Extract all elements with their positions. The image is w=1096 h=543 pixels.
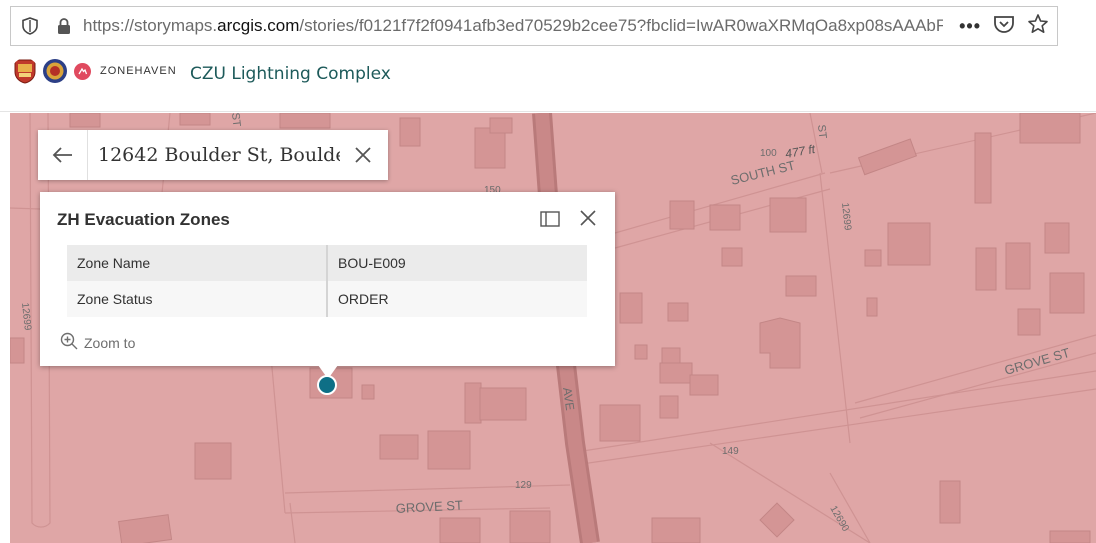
brand-name: ZONEHAVEN <box>100 65 177 77</box>
map-label-number-100: 100 <box>760 148 777 159</box>
calfire-logo-icon <box>14 59 36 84</box>
url-prefix: https://storymaps. <box>83 16 218 35</box>
close-popup-icon[interactable] <box>576 206 600 230</box>
table-row: Zone Status ORDER <box>67 281 587 317</box>
pocket-icon[interactable] <box>993 14 1015 39</box>
search-widget <box>38 130 388 180</box>
zonehaven-logo-icon <box>74 62 91 80</box>
attribute-table: Zone Name BOU-E009 Zone Status ORDER <box>67 245 587 317</box>
attribute-key: Zone Status <box>67 281 328 317</box>
map-label-st-top-right: ST <box>815 124 828 140</box>
story-title: CZU Lightning Complex <box>190 64 391 84</box>
browser-window: https://storymaps.arcgis.com/stories/f01… <box>0 0 1096 543</box>
location-marker[interactable] <box>317 375 337 395</box>
url-host: arcgis.com <box>217 16 300 35</box>
attribute-value: ORDER <box>327 281 587 317</box>
shield-icon[interactable] <box>19 15 41 37</box>
zoom-to-button[interactable]: Zoom to <box>60 332 135 353</box>
zoom-to-label: Zoom to <box>84 334 136 351</box>
map-label-number-149: 149 <box>722 446 739 457</box>
map-label-st-top-left: ST <box>229 113 242 128</box>
url-path: /stories/f0121f7f2f0941afb3ed70529b2cee7… <box>299 16 943 35</box>
url-bar[interactable]: https://storymaps.arcgis.com/stories/f01… <box>10 6 1058 46</box>
map-label-south-st: SOUTH ST <box>729 157 796 187</box>
lock-icon[interactable] <box>53 15 75 37</box>
county-seal-icon <box>43 59 67 83</box>
map-label-number-12699-a: 12699 <box>839 202 853 231</box>
clear-search-icon[interactable] <box>340 130 386 180</box>
back-arrow-icon[interactable] <box>38 130 88 180</box>
map-label-grove-st-east: GROVE ST <box>1003 345 1072 378</box>
story-header: ZONEHAVEN CZU Lightning Complex <box>0 48 1096 112</box>
feature-popup: ZH Evacuation Zones Zone Name BOU-E009 Z… <box>40 192 615 366</box>
popup-title: ZH Evacuation Zones <box>57 210 230 229</box>
bookmark-star-icon[interactable] <box>1027 13 1049 40</box>
logo-group: ZONEHAVEN <box>12 58 177 84</box>
search-input[interactable] <box>88 131 340 179</box>
page-actions-menu-icon[interactable]: ••• <box>959 16 981 37</box>
table-row: Zone Name BOU-E009 <box>67 245 587 281</box>
zoom-in-icon <box>60 332 78 353</box>
attribute-value: BOU-E009 <box>327 245 587 281</box>
map-label-grove-st-south: GROVE ST <box>395 497 463 515</box>
dock-popup-icon[interactable] <box>538 207 562 231</box>
map-label-elevation: 477 ft <box>784 142 817 161</box>
url-text[interactable]: https://storymaps.arcgis.com/stories/f01… <box>83 16 943 36</box>
map-label-number-129: 129 <box>515 480 532 491</box>
attribute-key: Zone Name <box>67 245 328 281</box>
map-label-number-12699-b: 12699 <box>19 302 33 331</box>
